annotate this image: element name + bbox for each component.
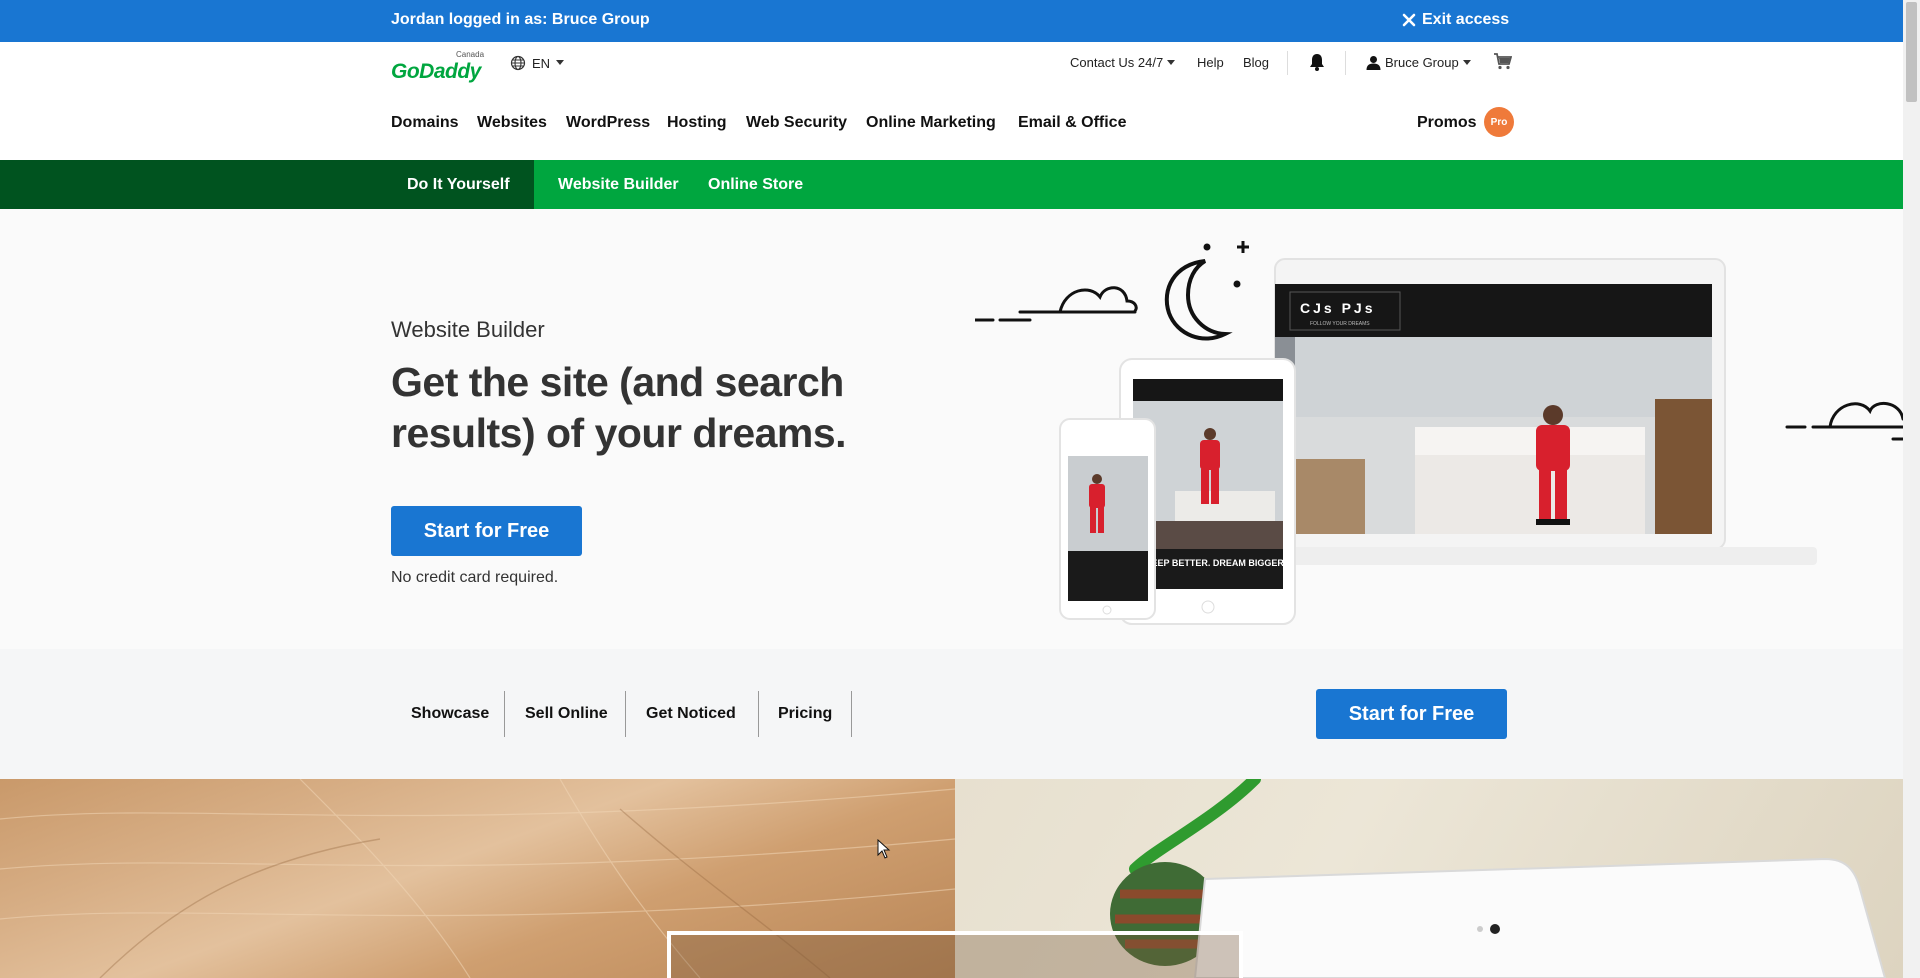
sub-nav: Do It Yourself Website Builder Online St… (0, 160, 1903, 219)
tab-get-noticed[interactable]: Get Noticed (646, 691, 736, 737)
main-nav: Domains Websites WordPress Hosting Web S… (0, 86, 1903, 160)
start-for-free-sticky-button[interactable]: Start for Free (1316, 689, 1507, 739)
exit-access-label: Exit access (1422, 11, 1510, 28)
tab-separator (851, 691, 852, 737)
nav-wordpress[interactable]: WordPress (566, 114, 650, 132)
tab-pricing[interactable]: Pricing (778, 691, 832, 737)
logo-region: Canada (456, 50, 485, 59)
showcase-card-frame (667, 931, 1243, 978)
moon-icon (1164, 241, 1249, 341)
sub-nav-section[interactable]: Do It Yourself (0, 160, 534, 209)
mock-banner: SLEEP BETTER. DREAM BIGGER. (1140, 558, 1286, 568)
sub-nav-online-store[interactable]: Online Store (708, 176, 803, 194)
page: Jordan logged in as: Bruce Group Exit ac… (0, 0, 1903, 978)
utility-bar: Canada GoDaddy EN Contact Us 24/7 Help B… (0, 42, 1903, 87)
mock-brand: CJs PJs (1300, 300, 1375, 316)
utility-divider (1345, 51, 1346, 75)
utility-divider (1287, 51, 1288, 75)
user-icon (1366, 56, 1381, 70)
blog-link[interactable]: Blog (1243, 55, 1269, 70)
nav-domains[interactable]: Domains (391, 114, 459, 132)
chevron-down-icon (1167, 59, 1176, 65)
chevron-down-icon (556, 60, 565, 65)
chevron-down-icon (1462, 59, 1471, 65)
cloud-left-icon (975, 286, 1138, 322)
hero-illustration: CJs PJs FOLLOW YOUR DREAMS SLEEP BETTER.… (975, 241, 1903, 625)
page-scrollbar[interactable] (1903, 0, 1920, 978)
close-icon (1402, 13, 1416, 27)
contact-label: Contact Us 24/7 (1070, 55, 1164, 70)
cart-icon (1494, 53, 1512, 70)
tab-sell-online[interactable]: Sell Online (525, 691, 608, 737)
section-tabs: Showcase Sell Online Get Noticed Pricing… (0, 649, 1903, 779)
sub-nav-do-it-yourself[interactable]: Do It Yourself (407, 176, 510, 194)
contact-menu[interactable]: Contact Us 24/7 (1070, 55, 1176, 70)
sub-nav-website-builder[interactable]: Website Builder (558, 176, 679, 194)
account-menu[interactable]: Bruce Group (1366, 55, 1471, 70)
impersonation-bar: Jordan logged in as: Bruce Group Exit ac… (0, 0, 1903, 42)
phone-mockup (1059, 418, 1156, 620)
tab-separator (758, 691, 759, 737)
nav-promos[interactable]: Promos (1417, 114, 1477, 132)
bell-icon (1310, 54, 1324, 71)
tab-separator (625, 691, 626, 737)
nav-hosting[interactable]: Hosting (667, 114, 727, 132)
globe-icon (510, 55, 526, 71)
nav-websites[interactable]: Websites (477, 114, 547, 132)
hero-section: Website Builder Get the site (and search… (0, 209, 1903, 649)
exit-access-button[interactable]: Exit access (1402, 11, 1509, 29)
nav-email-office[interactable]: Email & Office (1018, 114, 1126, 132)
start-for-free-button[interactable]: Start for Free (391, 506, 582, 556)
language-selector[interactable]: EN (510, 55, 565, 71)
nav-web-security[interactable]: Web Security (746, 114, 847, 132)
account-name: Bruce Group (1385, 55, 1459, 70)
language-label: EN (532, 55, 551, 71)
logo-wordmark: GoDaddy (391, 60, 481, 83)
tab-separator (504, 691, 505, 737)
mock-tagline: FOLLOW YOUR DREAMS (1310, 321, 1370, 327)
impersonation-message: Jordan logged in as: Bruce Group (391, 11, 650, 28)
hero-kicker: Website Builder (391, 317, 545, 342)
help-link[interactable]: Help (1197, 55, 1224, 70)
hero-headline: Get the site (and search results) of you… (391, 359, 847, 456)
no-credit-card-note: No credit card required. (391, 569, 559, 586)
cloud-right-icon (1785, 402, 1903, 441)
pro-badge[interactable]: Pro (1484, 107, 1514, 137)
mouse-cursor-icon (877, 839, 891, 859)
tab-showcase[interactable]: Showcase (411, 691, 489, 737)
scrollbar-thumb[interactable] (1906, 2, 1917, 102)
laptop-mockup: CJs PJs FOLLOW YOUR DREAMS (1274, 258, 1817, 565)
notifications-button[interactable] (1309, 53, 1325, 71)
cart-button[interactable] (1494, 53, 1512, 70)
nav-online-marketing[interactable]: Online Marketing (866, 114, 996, 132)
